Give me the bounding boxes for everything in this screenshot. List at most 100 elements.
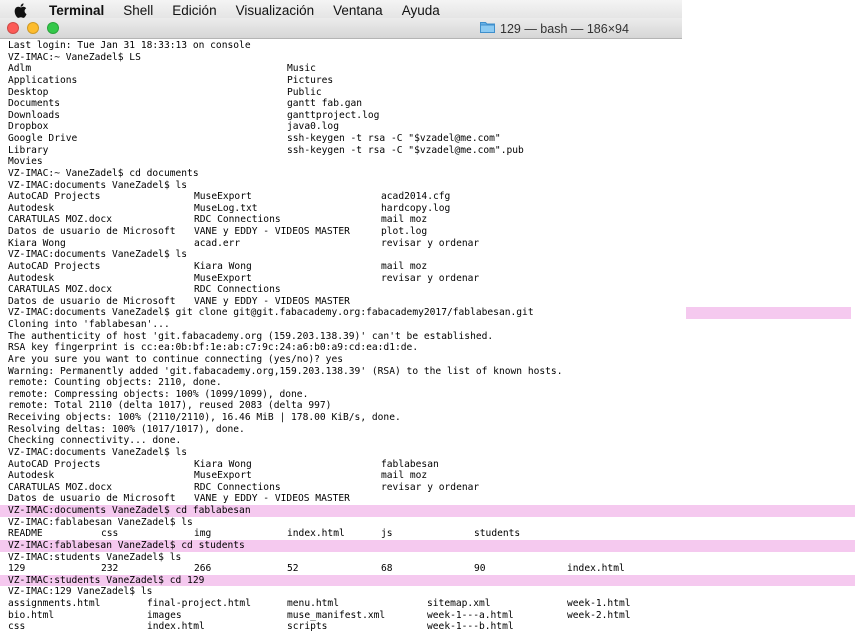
terminal-text: Documents: [8, 98, 60, 110]
terminal-text: Warning: Permanently added 'git.fabacade…: [8, 365, 563, 377]
terminal-text: The authenticity of host 'git.fabacademy…: [8, 330, 494, 342]
terminal-text: gantt fab.gan: [287, 98, 363, 110]
terminal-text: css: [8, 621, 26, 633]
terminal-line: remote: Counting objects: 2110, done.: [0, 377, 855, 389]
terminal-text: MuseExport: [194, 272, 252, 284]
terminal-line: Movies: [0, 156, 855, 168]
terminal-text: VZ-IMAC:documents VaneZadel$ ls: [8, 179, 188, 191]
terminal-text: js: [381, 528, 393, 540]
terminal-text: Google Drive: [8, 133, 78, 144]
terminal-line: VZ-IMAC:fablabesan VaneZadel$ cd student…: [0, 539, 855, 552]
terminal-text: Autodesk: [8, 202, 55, 214]
close-button[interactable]: [7, 22, 19, 34]
terminal-text: revisar y ordenar: [381, 272, 480, 284]
terminal-line: Downloads ganttproject.log: [0, 110, 855, 122]
terminal-line: Autodesk MuseLog.txt hardcopy.log: [0, 203, 855, 215]
terminal-text: Receiving objects: 100% (2110/2110), 16.…: [8, 412, 401, 423]
terminal-line: Warning: Permanently added 'git.fabacade…: [0, 366, 855, 378]
terminal-text: ssh-keygen -t rsa -C "$vzadel@me.com".pu…: [287, 144, 524, 156]
terminal-text: remote: Total 2110 (delta 1017), reused …: [8, 400, 332, 412]
minimize-button[interactable]: [27, 22, 39, 34]
terminal-text: ganttproject.log: [287, 109, 380, 121]
window-title: 129 — bash — 186×94: [480, 21, 629, 36]
terminal-text: Datos de usuario de Microsoft: [8, 295, 176, 307]
terminal-text: ssh-keygen -t rsa -C "$vzadel@me.com": [287, 133, 501, 144]
terminal-text: index.html: [567, 563, 625, 575]
terminal-text: README: [8, 528, 43, 540]
terminal-text: remote: Compressing objects: 100% (1099/…: [8, 388, 309, 400]
terminal-text: remote: Counting objects: 2110, done.: [8, 377, 222, 389]
terminal-line: CARATULAS MOZ.docx RDC Connections revisar…: [0, 482, 855, 494]
terminal-text: RDC Connections: [194, 284, 281, 296]
terminal-line: Datos de usuario de Microsoft VANE y EDDY…: [0, 226, 855, 238]
apple-icon[interactable]: [0, 2, 40, 18]
terminal-output[interactable]: Last login: Tue Jan 31 18:33:13 on conso…: [0, 40, 855, 635]
terminal-text: week-1---b.html: [427, 621, 514, 633]
terminal-line: Resolving deltas: 100% (1017/1017), done…: [0, 424, 855, 436]
terminal-line: VZ-IMAC:fablabesan VaneZadel$ ls: [0, 517, 855, 529]
terminal-text: hardcopy.log: [381, 202, 451, 214]
folder-icon: [480, 21, 495, 36]
terminal-text: VZ-IMAC:students VaneZadel$ ls: [8, 551, 182, 563]
terminal-text: Autodesk: [8, 272, 55, 284]
menu-terminal[interactable]: Terminal: [40, 3, 114, 18]
terminal-line: 129 232 266 52 68 90 index.html: [0, 563, 855, 575]
terminal-text: CARATULAS MOZ.docx: [8, 284, 112, 296]
zoom-button[interactable]: [47, 22, 59, 34]
terminal-text: VZ-IMAC:documents VaneZadel$ cd fablabes…: [8, 505, 251, 516]
terminal-text: VANE y EDDY - VIDEOS MASTER: [194, 226, 350, 237]
terminal-line: The authenticity of host 'git.fabacademy…: [0, 331, 855, 343]
terminal-text: index.html: [287, 528, 345, 540]
terminal-line: VZ-IMAC:documents VaneZadel$ ls: [0, 180, 855, 192]
terminal-text: Public: [287, 86, 322, 98]
terminal-text: week-2.html: [567, 609, 631, 621]
terminal-text: Kiara Wong: [194, 260, 252, 272]
terminal-text: Checking connectivity... done.: [8, 435, 182, 447]
terminal-text: sitemap.xml: [427, 598, 491, 609]
terminal-line: Library ssh-keygen -t rsa -C "$vzadel@me.…: [0, 145, 855, 157]
menu-ventana[interactable]: Ventana: [324, 3, 393, 18]
terminal-text: menu.html: [287, 598, 339, 609]
window-titlebar[interactable]: 129 — bash — 186×94: [0, 18, 682, 39]
selection-highlight: [686, 307, 851, 319]
terminal-line: CARATULAS MOZ.docx RDC Connections: [0, 284, 855, 296]
terminal-text: revisar y ordenar: [381, 481, 480, 493]
terminal-text: Adlm: [8, 63, 32, 75]
terminal-text: java0.log: [287, 121, 339, 133]
window-controls: [7, 22, 59, 34]
terminal-text: AutoCAD Projects: [8, 458, 101, 470]
terminal-text: Datos de usuario de Microsoft: [8, 226, 176, 237]
terminal-line: RSA key fingerprint is cc:ea:0b:bf:1e:ab…: [0, 342, 855, 354]
terminal-text: assignments.html: [8, 598, 101, 609]
terminal-text: Autodesk: [8, 470, 55, 482]
terminal-text: VZ-IMAC:documents VaneZadel$ ls: [8, 446, 188, 458]
terminal-text: week-1.html: [567, 598, 631, 609]
terminal-text: week-1---a.html: [427, 609, 514, 621]
terminal-line: Adlm Music: [0, 63, 855, 75]
terminal-text: RDC Connections: [194, 214, 281, 226]
terminal-line: Datos de usuario de Microsoft VANE y EDDY…: [0, 296, 855, 308]
terminal-text: Desktop: [8, 86, 49, 98]
menu-visualizacion[interactable]: Visualización: [227, 3, 325, 18]
terminal-line: bio.html images muse_manifest.xml week-1---…: [0, 610, 855, 622]
terminal-text: Last login: Tue Jan 31 18:33:13 on conso…: [8, 40, 251, 51]
terminal-text: 90: [474, 563, 486, 575]
menu-edicion[interactable]: Edición: [163, 3, 226, 18]
terminal-line: Autodesk MuseExport mail moz: [0, 470, 855, 482]
terminal-text: images: [147, 609, 182, 621]
menu-ayuda[interactable]: Ayuda: [393, 3, 450, 18]
terminal-text: fablabesan: [381, 458, 439, 470]
terminal-text: Applications: [8, 74, 78, 86]
terminal-text: CARATULAS MOZ.docx: [8, 481, 112, 493]
terminal-line: VZ-IMAC:documents VaneZadel$ ls: [0, 249, 855, 261]
terminal-text: Cloning into 'fablabesan'...: [8, 319, 170, 330]
terminal-text: RSA key fingerprint is cc:ea:0b:bf:1e:ab…: [8, 342, 419, 354]
terminal-text: img: [194, 528, 212, 540]
terminal-text: mail moz: [381, 260, 428, 272]
terminal-line: VZ-IMAC:documents VaneZadel$ cd fablabes…: [0, 505, 855, 517]
menu-shell[interactable]: Shell: [114, 3, 163, 18]
terminal-text: students: [474, 528, 521, 540]
window-title-text: 129 — bash — 186×94: [500, 21, 629, 36]
terminal-line: README css img index.html js students: [0, 528, 855, 540]
terminal-line: Autodesk MuseExport revisar y ordenar: [0, 273, 855, 285]
